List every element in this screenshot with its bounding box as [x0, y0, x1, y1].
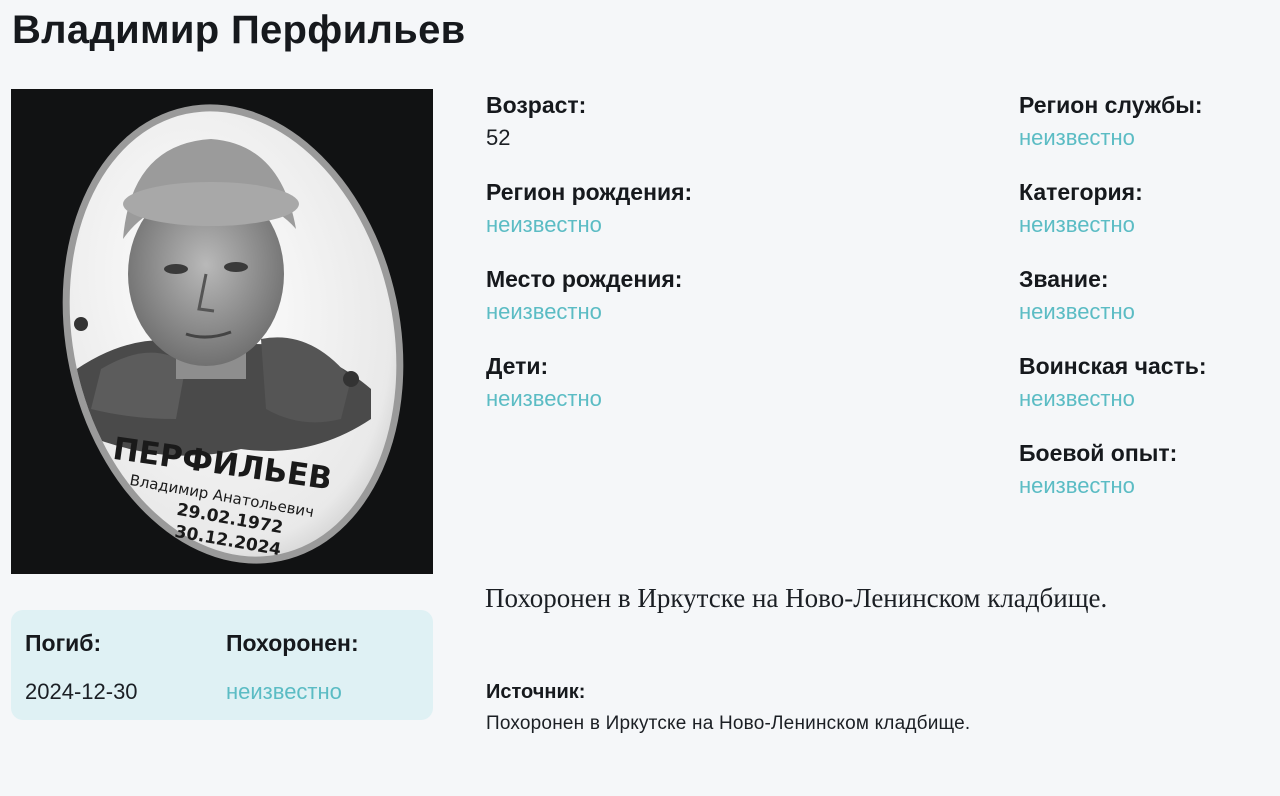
birth-region-value: неизвестно [486, 212, 602, 237]
service-region-value: неизвестно [1019, 125, 1135, 150]
info-item-birth-place: Место рождения: неизвестно [486, 266, 692, 353]
source-label: Источник: [486, 681, 586, 703]
buried-label: Похоронен: [226, 630, 359, 656]
info-item-military-unit: Воинская часть: неизвестно [1019, 353, 1207, 440]
service-region-label: Регион службы: [1019, 92, 1203, 118]
birth-place-label: Место рождения: [486, 266, 683, 292]
military-unit-label: Воинская часть: [1019, 353, 1207, 379]
info-item-birth-region: Регион рождения: неизвестно [486, 179, 692, 266]
children-label: Дети: [486, 353, 549, 379]
buried-value: неизвестно [226, 679, 342, 704]
military-unit-value: неизвестно [1019, 386, 1135, 411]
info-item-children: Дети: неизвестно [486, 353, 692, 440]
page-title: Владимир Перфильев [12, 8, 466, 52]
died-value: 2024-12-30 [25, 679, 138, 704]
category-value: неизвестно [1019, 212, 1135, 237]
info-column-right: Регион службы: неизвестно Категория: неи… [1019, 92, 1207, 527]
birth-place-value: неизвестно [486, 299, 602, 324]
combat-experience-label: Боевой опыт: [1019, 440, 1178, 466]
died-field: Погиб: 2024-12-30 [25, 630, 138, 705]
info-column-left: Возраст: 52 Регион рождения: неизвестно … [486, 92, 692, 440]
died-label: Погиб: [25, 630, 102, 656]
burial-note: Похоронен в Иркутске на Ново-Ленинском к… [485, 583, 1108, 613]
rank-value: неизвестно [1019, 299, 1135, 324]
source-text: Похоронен в Иркутске на Ново-Ленинском к… [486, 713, 971, 734]
rank-label: Звание: [1019, 266, 1109, 292]
info-item-age: Возраст: 52 [486, 92, 692, 179]
birth-region-label: Регион рождения: [486, 179, 693, 205]
memorial-photo: ПЕРФИЛЬЕВ Владимир Анатольевич 29.02.197… [11, 89, 433, 574]
death-card: Погиб: 2024-12-30 Похоронен: неизвестно [11, 610, 433, 720]
combat-experience-value: неизвестно [1019, 473, 1135, 498]
category-label: Категория: [1019, 179, 1143, 205]
buried-field: Похоронен: неизвестно [226, 630, 359, 705]
info-item-combat-experience: Боевой опыт: неизвестно [1019, 440, 1207, 527]
info-item-rank: Звание: неизвестно [1019, 266, 1207, 353]
age-value: 52 [486, 125, 511, 150]
age-label: Возраст: [486, 92, 587, 118]
info-item-service-region: Регион службы: неизвестно [1019, 92, 1207, 179]
children-value: неизвестно [486, 386, 602, 411]
info-item-category: Категория: неизвестно [1019, 179, 1207, 266]
